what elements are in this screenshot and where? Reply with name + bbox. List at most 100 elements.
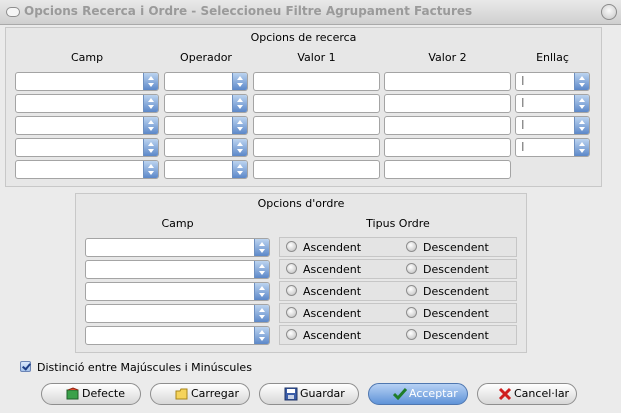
floppy-disk-icon — [284, 387, 298, 401]
search-header-value2: Valor 2 — [428, 51, 467, 64]
window-toggle-icon[interactable] — [6, 7, 20, 17]
search-value1-input[interactable] — [253, 72, 380, 91]
ascendent-radio[interactable] — [286, 285, 297, 296]
descendent-label: Descendent — [423, 263, 489, 276]
cancel-button[interactable]: Cancel·lar — [477, 383, 577, 405]
search-link-value: I — [521, 118, 525, 132]
search-link-select[interactable]: I — [515, 116, 590, 135]
title-bar: Opcions Recerca i Ordre - Seleccioneu Fi… — [0, 0, 621, 25]
search-field-select[interactable] — [15, 72, 159, 91]
order-field-select[interactable] — [85, 304, 270, 323]
save-button[interactable]: Guardar — [259, 383, 359, 405]
search-value1-input[interactable] — [253, 94, 380, 113]
search-link-select[interactable]: I — [515, 138, 590, 157]
descendent-label: Descendent — [423, 307, 489, 320]
order-type-group: Ascendent Descendent — [279, 325, 517, 345]
window-title: Opcions Recerca i Ordre - Seleccioneu Fi… — [24, 4, 473, 18]
search-operator-select[interactable] — [164, 94, 248, 113]
order-type-group: Ascendent Descendent — [279, 259, 517, 279]
search-value2-input[interactable] — [384, 160, 511, 179]
load-button[interactable]: Carregar — [150, 383, 250, 405]
ascendent-radio[interactable] — [286, 241, 297, 252]
search-value2-input[interactable] — [384, 72, 511, 91]
dropdown-arrow-icon[interactable] — [232, 95, 247, 112]
case-sensitive-checkbox[interactable] — [20, 361, 31, 372]
cancel-x-icon — [498, 387, 512, 401]
search-value2-input[interactable] — [384, 138, 511, 157]
ascendent-radio[interactable] — [286, 307, 297, 318]
search-value2-input[interactable] — [384, 94, 511, 113]
search-operator-select[interactable] — [164, 138, 248, 157]
search-link-value: I — [521, 74, 525, 88]
checkmark-icon — [393, 388, 407, 401]
dropdown-arrow-icon[interactable] — [232, 73, 247, 90]
dropdown-arrow-icon[interactable] — [574, 117, 589, 134]
search-operator-select[interactable] — [164, 160, 248, 179]
order-type-group: Ascendent Descendent — [279, 237, 517, 257]
dropdown-arrow-icon[interactable] — [143, 117, 158, 134]
defaults-button[interactable]: Defecte — [41, 383, 141, 405]
order-field-select[interactable] — [85, 260, 270, 279]
descendent-radio[interactable] — [406, 285, 417, 296]
search-link-value: I — [521, 140, 525, 154]
defaults-label: Defecte — [82, 387, 126, 400]
search-header-link: Enllaç — [536, 51, 569, 64]
search-link-select[interactable]: I — [515, 72, 590, 91]
dropdown-arrow-icon[interactable] — [143, 95, 158, 112]
search-operator-select[interactable] — [164, 116, 248, 135]
order-header-field: Camp — [161, 217, 194, 230]
order-type-group: Ascendent Descendent — [279, 281, 517, 301]
search-value2-input[interactable] — [384, 116, 511, 135]
save-label: Guardar — [300, 387, 345, 400]
folder-icon — [175, 388, 188, 400]
search-field-select[interactable] — [15, 138, 159, 157]
dropdown-arrow-icon[interactable] — [254, 239, 269, 256]
dropdown-arrow-icon[interactable] — [574, 95, 589, 112]
search-options-title: Opcions de recerca — [250, 31, 357, 44]
ascendent-label: Ascendent — [303, 241, 362, 254]
dropdown-arrow-icon[interactable] — [143, 73, 158, 90]
accept-button[interactable]: Acceptar — [368, 383, 468, 405]
dropdown-arrow-icon[interactable] — [254, 283, 269, 300]
dropdown-arrow-icon[interactable] — [232, 161, 247, 178]
dropdown-arrow-icon[interactable] — [574, 73, 589, 90]
dropdown-arrow-icon[interactable] — [254, 327, 269, 344]
search-field-select[interactable] — [15, 116, 159, 135]
search-operator-select[interactable] — [164, 72, 248, 91]
dropdown-arrow-icon[interactable] — [143, 139, 158, 156]
case-sensitive-label[interactable]: Distinció entre Majúscules i Minúscules — [37, 361, 252, 374]
dropdown-arrow-icon[interactable] — [232, 139, 247, 156]
window-close-button[interactable] — [601, 4, 617, 20]
search-field-select[interactable] — [15, 94, 159, 113]
search-header-value1: Valor 1 — [297, 51, 336, 64]
descendent-label: Descendent — [423, 285, 489, 298]
descendent-label: Descendent — [423, 241, 489, 254]
search-value1-input[interactable] — [253, 116, 380, 135]
order-field-select[interactable] — [85, 238, 270, 257]
search-link-value: I — [521, 96, 525, 110]
ascendent-radio[interactable] — [286, 329, 297, 340]
descendent-label: Descendent — [423, 329, 489, 342]
descendent-radio[interactable] — [406, 263, 417, 274]
order-field-select[interactable] — [85, 326, 270, 345]
search-link-select[interactable]: I — [515, 94, 590, 113]
defaults-icon — [66, 387, 79, 400]
dropdown-arrow-icon[interactable] — [254, 305, 269, 322]
dropdown-arrow-icon[interactable] — [232, 117, 247, 134]
order-type-group: Ascendent Descendent — [279, 303, 517, 323]
search-value1-input[interactable] — [253, 138, 380, 157]
search-value1-input[interactable] — [253, 160, 380, 179]
ascendent-label: Ascendent — [303, 307, 362, 320]
dropdown-arrow-icon[interactable] — [574, 139, 589, 156]
descendent-radio[interactable] — [406, 307, 417, 318]
accept-label: Acceptar — [409, 387, 458, 400]
ascendent-label: Ascendent — [303, 329, 362, 342]
dropdown-arrow-icon[interactable] — [143, 161, 158, 178]
dropdown-arrow-icon[interactable] — [254, 261, 269, 278]
descendent-radio[interactable] — [406, 241, 417, 252]
cancel-label: Cancel·lar — [514, 387, 570, 400]
descendent-radio[interactable] — [406, 329, 417, 340]
ascendent-radio[interactable] — [286, 263, 297, 274]
order-field-select[interactable] — [85, 282, 270, 301]
search-field-select[interactable] — [15, 160, 159, 179]
